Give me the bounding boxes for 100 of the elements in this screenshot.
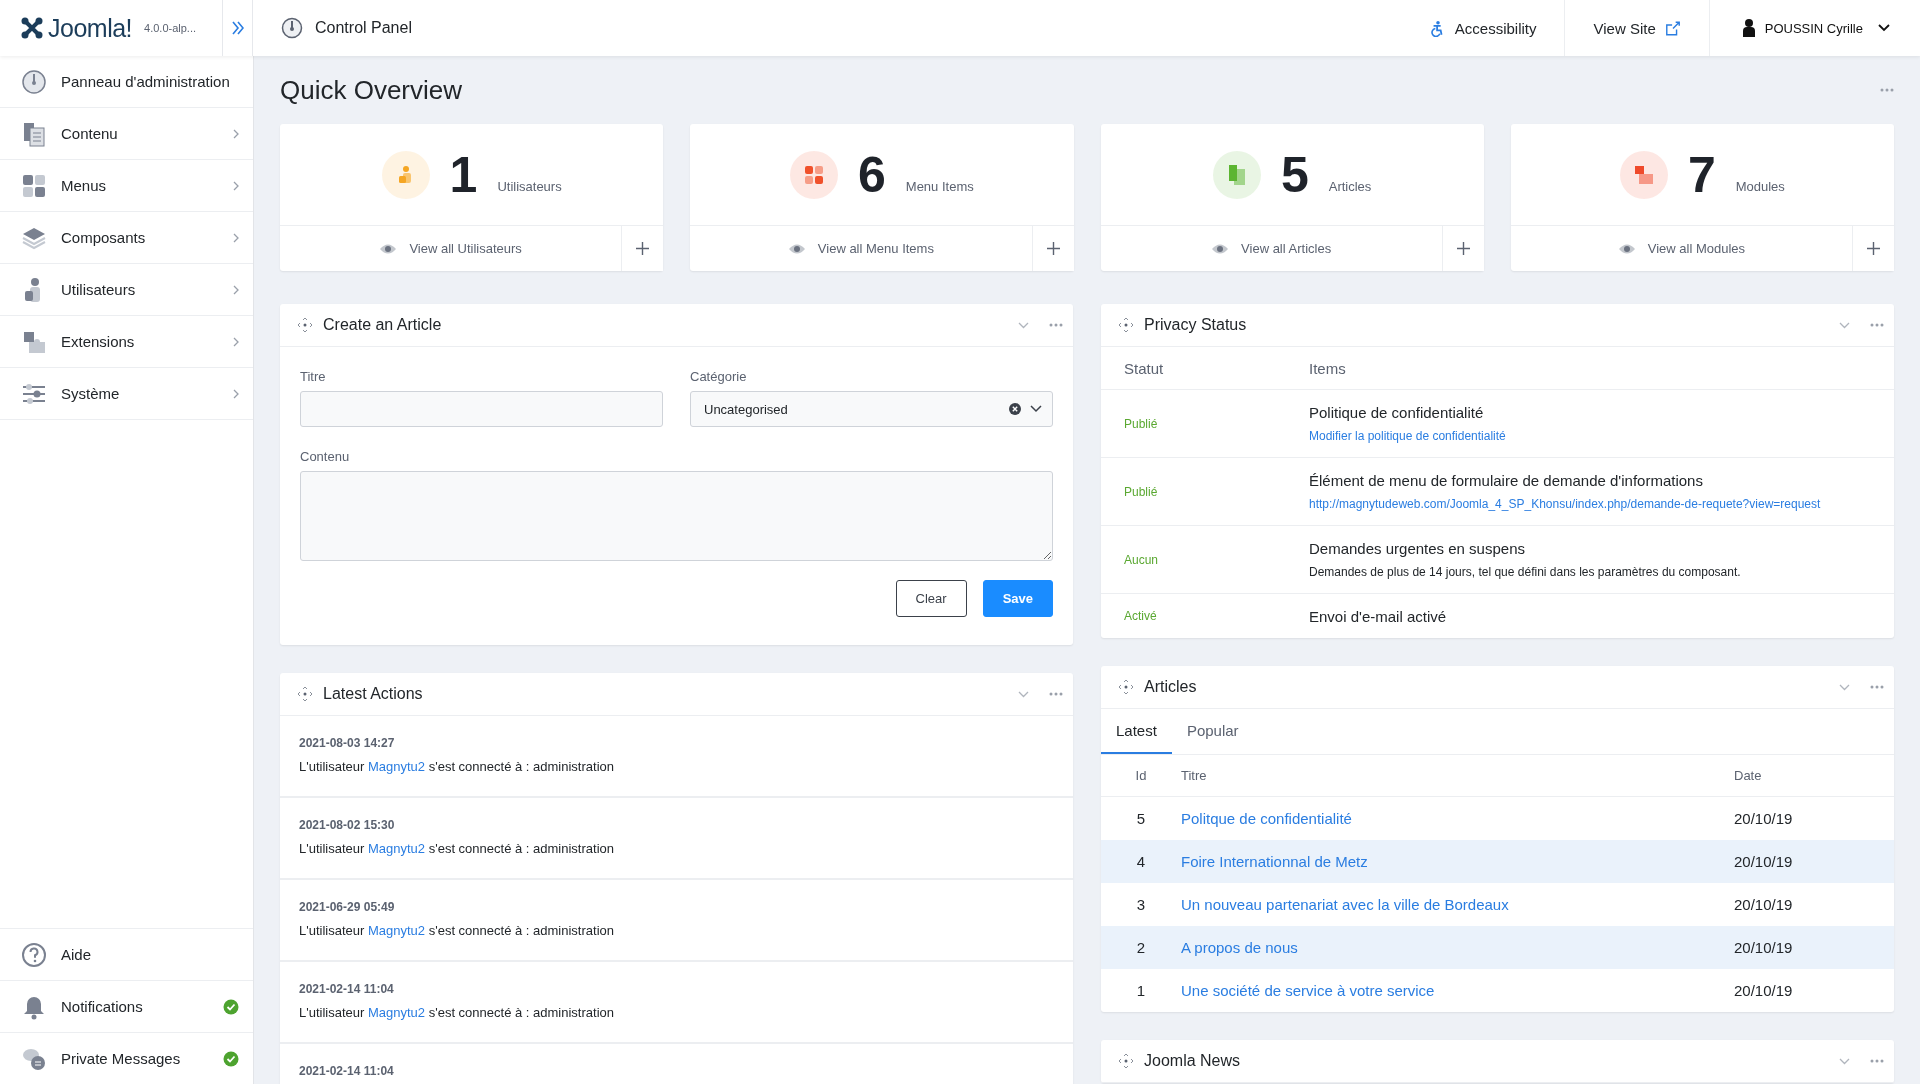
page-title: Control Panel bbox=[315, 19, 412, 37]
header-link[interactable]: View Site bbox=[1565, 0, 1710, 56]
user-link[interactable]: Magnytu2 bbox=[367, 923, 426, 938]
more-icon bbox=[1049, 692, 1063, 696]
clear-icon bbox=[1009, 403, 1021, 415]
chevron-down-icon bbox=[1018, 690, 1029, 698]
save-button[interactable]: Save bbox=[982, 580, 1053, 617]
item-link[interactable]: http://magnytudeweb.com/Joomla_4_SP_Khonsu/index.php/demande-de-requete?view=request bbox=[1309, 497, 1894, 511]
plus-icon bbox=[1046, 242, 1060, 255]
double-chevron-icon bbox=[231, 21, 244, 35]
sidebar-item[interactable]: Contenu bbox=[0, 108, 253, 160]
table-cell-text: 3 bbox=[1135, 896, 1147, 913]
action-text: L'utilisateur Magnytu2 s'est connecté à : administration bbox=[299, 841, 615, 856]
add-button[interactable] bbox=[1441, 226, 1484, 271]
table-cell-text: 20/10/19 bbox=[1734, 982, 1794, 999]
view-all-link[interactable]: View all Utilisateurs bbox=[280, 226, 622, 271]
more-icon bbox=[1049, 323, 1063, 327]
eye-icon bbox=[1211, 242, 1230, 255]
panel-title: Latest Actions bbox=[323, 685, 423, 703]
sidebar-item[interactable]: Panneau d'administration bbox=[0, 56, 253, 108]
move-icon bbox=[297, 317, 313, 333]
table-cell-text: 20/10/19 bbox=[1734, 896, 1794, 913]
action-text: L'utilisateur Magnytu2 s'est connecté à : administration bbox=[299, 759, 615, 774]
article-link[interactable]: Foire Internationnal de Metz bbox=[1181, 852, 1368, 870]
item-title: Politique de confidentialité bbox=[1309, 404, 1485, 421]
sidebar-item[interactable]: Notifications bbox=[0, 980, 253, 1032]
sidebar-toggle-button[interactable] bbox=[222, 0, 253, 56]
plus-icon bbox=[1456, 242, 1470, 255]
gauge-icon bbox=[281, 17, 303, 39]
user-link[interactable]: Magnytu2 bbox=[367, 1005, 426, 1020]
eye-icon bbox=[379, 242, 398, 255]
status-label: Activé bbox=[1123, 609, 1158, 623]
eye-icon bbox=[787, 242, 806, 255]
status-label: Aucun bbox=[1123, 552, 1160, 567]
item-title: Demandes urgentes en suspens bbox=[1309, 540, 1526, 557]
move-icon bbox=[1118, 1053, 1134, 1069]
clear-button[interactable]: Clear bbox=[895, 580, 967, 617]
sidebar-item[interactable]: Aide bbox=[0, 928, 253, 980]
panel-title: Create an Article bbox=[323, 316, 442, 334]
sidebar-item[interactable]: Extensions bbox=[0, 316, 253, 368]
move-icon bbox=[297, 686, 313, 702]
panel-title: Privacy Status bbox=[1144, 316, 1247, 334]
action-text: L'utilisateur Magnytu2 s'est connecté à : administration bbox=[299, 1005, 615, 1020]
chevron-down-icon bbox=[1878, 24, 1890, 32]
article-link[interactable]: Une société de service à votre service bbox=[1181, 981, 1435, 999]
sidebar-item[interactable]: Système bbox=[0, 368, 253, 420]
sidebar-item[interactable]: Menus bbox=[0, 160, 253, 212]
panel-title: Articles bbox=[1144, 678, 1197, 696]
logo-text: Joomla! bbox=[48, 13, 133, 43]
view-all-link[interactable]: View all Articles bbox=[1100, 226, 1442, 271]
person-icon bbox=[1741, 19, 1756, 37]
user-link[interactable]: Magnytu2 bbox=[367, 759, 426, 774]
chevron-down-icon bbox=[1839, 321, 1850, 329]
add-button[interactable] bbox=[1852, 226, 1894, 271]
table-cell-text: 20/10/19 bbox=[1734, 939, 1794, 956]
move-icon bbox=[1118, 317, 1134, 333]
more-icon bbox=[1870, 323, 1884, 327]
chevron-down-icon bbox=[1018, 321, 1029, 329]
tab[interactable]: Latest bbox=[1101, 709, 1172, 754]
more-icon bbox=[1870, 685, 1884, 689]
chevron-down-icon bbox=[1030, 405, 1042, 413]
item-link[interactable]: Modifier la politique de confidentialité bbox=[1309, 429, 1894, 443]
article-link[interactable]: Politque de confidentialité bbox=[1181, 809, 1352, 827]
action-date: 2021-06-29 05:49 bbox=[299, 900, 396, 914]
user-menu-button[interactable]: POUSSIN Cyrille bbox=[1709, 0, 1920, 56]
article-link[interactable]: Un nouveau partenariat avec la ville de Bordeaux bbox=[1181, 895, 1509, 913]
item-title: Élément de menu de formulaire de demande d'informations bbox=[1309, 472, 1704, 489]
stat-label: Utilisateurs bbox=[497, 179, 562, 194]
move-icon bbox=[1118, 679, 1134, 695]
column-header: Date bbox=[1734, 768, 1763, 783]
field-label: Catégorie bbox=[690, 369, 748, 384]
add-button[interactable] bbox=[1031, 226, 1074, 271]
action-date: 2021-02-14 11:04 bbox=[299, 982, 395, 996]
column-header: Titre bbox=[1181, 768, 1208, 783]
content-textarea[interactable] bbox=[300, 471, 1053, 561]
article-link[interactable]: A propos de nous bbox=[1181, 938, 1298, 956]
sidebar-item[interactable]: Composants bbox=[0, 212, 253, 264]
sidebar-item[interactable]: Private Messages bbox=[0, 1032, 253, 1084]
status-label: Publié bbox=[1123, 416, 1159, 431]
category-select[interactable]: Uncategorised bbox=[690, 391, 1053, 427]
add-button[interactable] bbox=[621, 226, 664, 271]
sidebar-item[interactable]: Utilisateurs bbox=[0, 264, 253, 316]
title-input[interactable] bbox=[300, 391, 663, 427]
logo-icon bbox=[20, 16, 44, 40]
view-all-link[interactable]: View all Modules bbox=[1510, 226, 1852, 271]
field-label: Titre bbox=[300, 369, 327, 384]
more-icon bbox=[1880, 88, 1894, 92]
view-all-link[interactable]: View all Menu Items bbox=[690, 226, 1032, 271]
header-link[interactable]: Accessibility bbox=[1401, 0, 1566, 56]
section-title: Quick Overview bbox=[280, 74, 463, 106]
action-date: 2021-08-02 15:30 bbox=[299, 818, 396, 832]
table-cell-text: 20/10/19 bbox=[1734, 810, 1794, 827]
grid-icon bbox=[21, 172, 47, 199]
column-header: Id bbox=[1134, 768, 1148, 783]
table-cell-text: 2 bbox=[1135, 939, 1147, 956]
column-header: Statut bbox=[1123, 359, 1165, 377]
table-cell-text: 20/10/19 bbox=[1734, 853, 1794, 870]
more-icon bbox=[1870, 1059, 1884, 1063]
user-link[interactable]: Magnytu2 bbox=[367, 841, 426, 856]
table-cell-text: 4 bbox=[1135, 853, 1147, 870]
